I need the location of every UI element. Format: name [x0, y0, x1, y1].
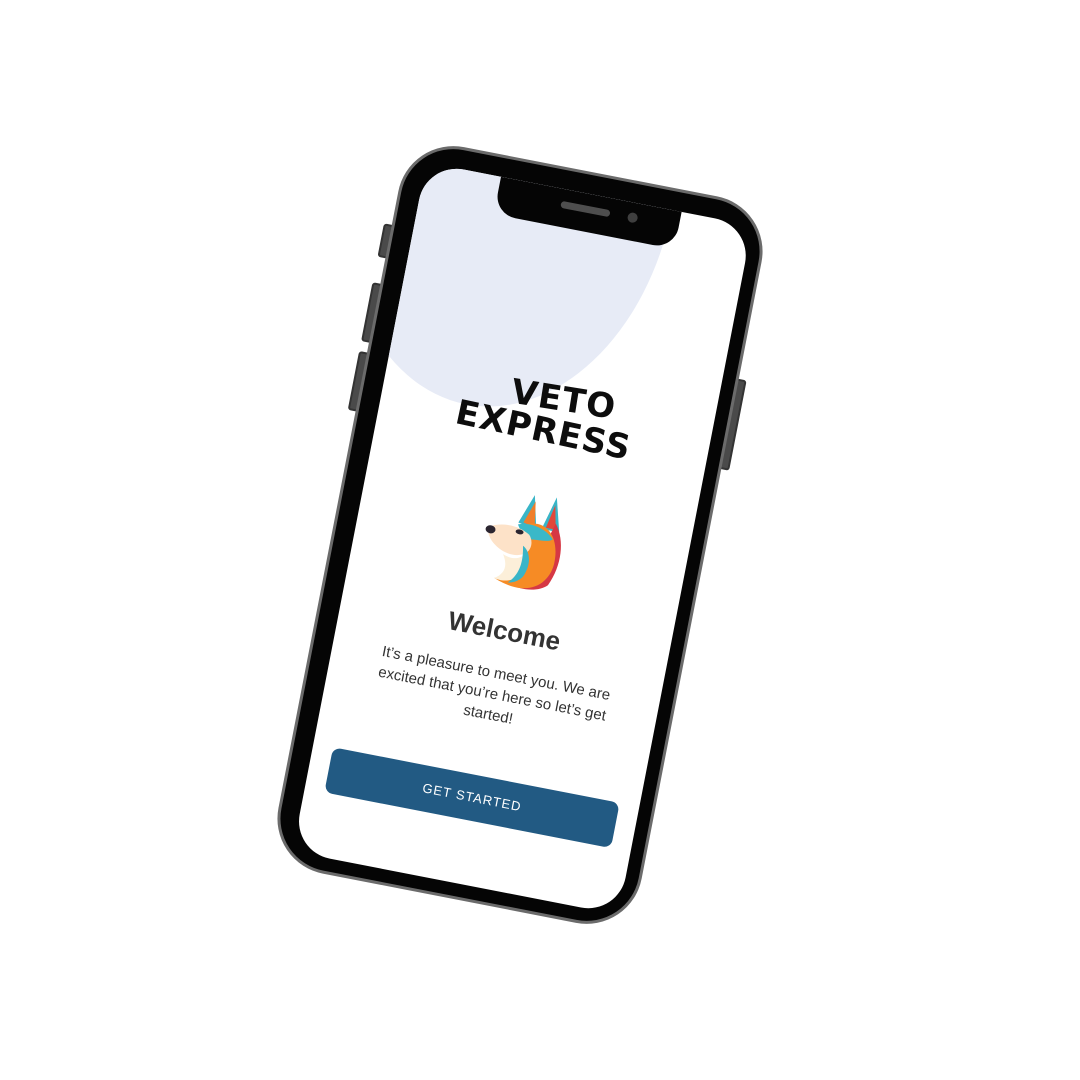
get-started-button[interactable]: GET STARTED	[324, 747, 620, 849]
stage: VETO EXPRESS Welcome It’s a pleasure to …	[0, 0, 1080, 1080]
fox-head-icon	[485, 495, 561, 590]
phone-screen: VETO EXPRESS Welcome It’s a pleasure to …	[292, 162, 753, 915]
phone-frame: VETO EXPRESS Welcome It’s a pleasure to …	[267, 136, 773, 934]
front-camera	[626, 211, 639, 224]
phone-mockup: VETO EXPRESS Welcome It’s a pleasure to …	[267, 136, 773, 934]
speaker-grille	[560, 200, 611, 218]
